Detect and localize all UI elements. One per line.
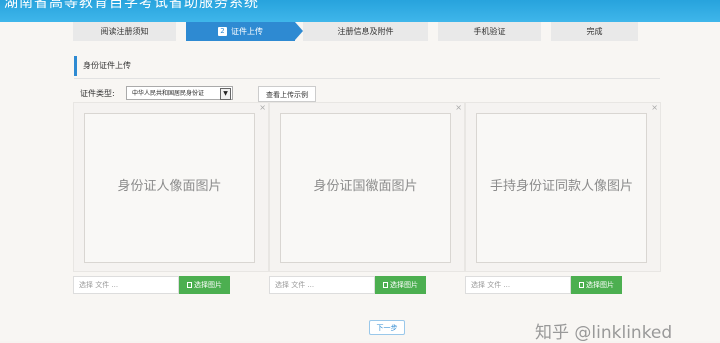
close-icon[interactable]: × <box>259 103 266 112</box>
app-title: 湖南省高等教育自学考试省助服务系统 <box>4 0 259 11</box>
upload-panel-back: × 身份证国徽面图片 <box>269 102 465 272</box>
view-sample-button[interactable]: 查看上传示例 <box>258 86 316 102</box>
close-icon[interactable]: × <box>455 103 462 112</box>
section-title: 身份证件上传 <box>74 56 131 76</box>
step-id-upload: 2 证件上传 <box>186 22 295 41</box>
section-divider <box>74 78 660 79</box>
step-phone-verify: 手机验证 <box>438 22 541 41</box>
step-progress-bar: 阅读注册须知 2 证件上传 注册信息及附件 手机验证 完成 <box>73 22 638 41</box>
next-step-button[interactable]: 下一步 <box>369 320 405 335</box>
id-type-selected-value: 中华人民共和国居民身份证 <box>132 90 205 97</box>
file-input[interactable]: 选择 文件 ... <box>269 276 375 294</box>
image-preview-area: 手持身份证同款人像图片 <box>476 113 647 263</box>
step-complete: 完成 <box>551 22 638 41</box>
file-input[interactable]: 选择 文件 ... <box>73 276 179 294</box>
id-type-label: 证件类型: <box>80 89 115 98</box>
preview-placeholder-text: 手持身份证同款人像图片 <box>489 179 633 194</box>
file-icon <box>579 282 584 288</box>
upload-panel-handheld: × 手持身份证同款人像图片 <box>465 102 661 272</box>
upload-panel-front: × 身份证人像面图片 <box>73 102 269 272</box>
step-number-badge: 2 <box>218 27 227 36</box>
id-type-select[interactable]: 中华人民共和国居民身份证 ▼ <box>126 86 233 100</box>
preview-placeholder-text: 身份证人像面图片 <box>117 179 222 194</box>
preview-placeholder-text: 身份证国徽面图片 <box>313 179 418 194</box>
main-content: 阅读注册须知 2 证件上传 注册信息及附件 手机验证 完成 身份证件上传 证件类型… <box>0 22 720 343</box>
header-bar: 湖南省高等教育自学考试省助服务系统 <box>0 0 720 22</box>
chevron-down-icon[interactable]: ▼ <box>220 88 231 100</box>
file-icon <box>383 282 388 288</box>
image-preview-area: 身份证国徽面图片 <box>280 113 451 263</box>
file-input[interactable]: 选择 文件 ... <box>465 276 571 294</box>
choose-image-button[interactable]: 选择图片 <box>571 276 622 294</box>
choose-image-button[interactable]: 选择图片 <box>179 276 230 294</box>
step-registration-info: 注册信息及附件 <box>303 22 428 41</box>
image-preview-area: 身份证人像面图片 <box>84 113 255 263</box>
file-icon <box>187 282 192 288</box>
step-read-notice: 阅读注册须知 <box>73 22 176 41</box>
watermark-text: 知乎 @linklinked <box>535 323 673 343</box>
close-icon[interactable]: × <box>651 103 658 112</box>
choose-image-button[interactable]: 选择图片 <box>375 276 426 294</box>
